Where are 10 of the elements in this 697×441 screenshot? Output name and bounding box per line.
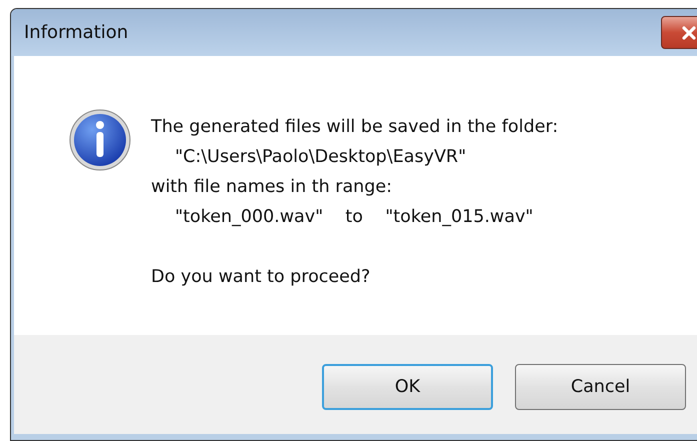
message-line: The generated files will be saved in the folder:	[151, 116, 558, 139]
message-line: with file names in th range:	[151, 176, 394, 199]
window-title: Information	[24, 22, 130, 43]
info-icon	[69, 109, 131, 171]
dialog-button[interactable]: Cancel	[515, 364, 686, 410]
dialog-button[interactable]: OK	[322, 364, 493, 410]
close-icon	[680, 26, 696, 40]
question-text: Do you want to proceed?	[151, 266, 372, 289]
message-line: "C:\Users\Paolo\Desktop\EasyVR"	[174, 146, 468, 169]
message-line: "token_000.wav" to "token_015.wav"	[174, 206, 534, 229]
